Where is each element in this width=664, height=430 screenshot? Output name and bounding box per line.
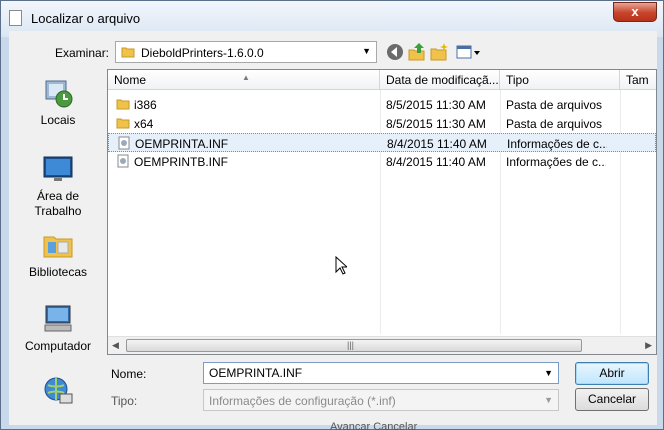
scroll-right-icon[interactable]: ▶ [645,340,652,351]
column-header-date[interactable]: Data de modificaçã... [380,70,500,90]
horizontal-scrollbar[interactable]: ◀ ||| ▶ [108,336,656,354]
views-menu-button[interactable] [455,42,481,62]
file-date: 8/4/2015 11:40 AM [387,137,487,151]
file-row-x64[interactable]: x64 8/5/2015 11:30 AM Pasta de arquivos [108,114,656,133]
network-icon [44,377,73,404]
file-list[interactable]: Nome ▲ Data de modificaçã... Tipo Tam i38… [107,69,657,355]
open-file-dialog: Localizar o arquivo x Examinar: DieboldP… [0,0,664,430]
list-header: Nome ▲ Data de modificaçã... Tipo Tam [108,70,656,90]
scrollbar-thumb[interactable]: ||| [126,339,582,352]
file-row-oemprinta[interactable]: OEMPRINTA.INF 8/4/2015 11:40 AM Informaç… [108,133,656,152]
place-label: Bibliotecas [28,265,88,279]
desktop-icon [43,156,73,181]
place-computer[interactable]: Computador [13,303,103,354]
new-folder-icon [430,43,448,61]
place-label: Computador [24,339,92,353]
folder-icon [116,97,130,114]
file-name: x64 [134,117,154,131]
place-desktop[interactable]: Área de Trabalho [13,153,103,219]
filename-label: Nome: [111,367,147,381]
up-folder-icon [408,43,425,61]
place-label: Área de Trabalho [34,189,82,218]
chevron-down-icon: ▼ [362,46,371,56]
dialog-icon [9,10,22,26]
chevron-down-icon[interactable]: ▼ [544,368,553,378]
place-recent[interactable]: Locais [13,77,103,128]
file-row-i386[interactable]: i386 8/5/2015 11:30 AM Pasta de arquivos [108,95,656,114]
file-row-oemprintb[interactable]: OEMPRINTB.INF 8/4/2015 11:40 AM Informaç… [108,152,656,171]
look-in-combo[interactable]: DieboldPrinters-1.6.0.0 ▼ [115,41,377,63]
file-name: OEMPRINTB.INF [134,155,229,169]
column-header-name[interactable]: Nome ▲ [108,70,380,90]
look-in-label: Examinar: [55,46,110,60]
file-name: i386 [134,98,157,112]
new-folder-button[interactable] [429,42,449,62]
file-type: Informações de c... [507,137,607,151]
file-date: 8/5/2015 11:30 AM [386,98,486,112]
file-name: OEMPRINTA.INF [135,137,229,151]
open-button[interactable]: Abrir [575,362,649,385]
recent-places-icon [45,80,73,108]
close-button[interactable]: x [613,2,657,22]
file-type: Pasta de arquivos [506,117,603,131]
filename-combo[interactable]: ▼ [203,362,559,384]
folder-icon [116,116,130,133]
file-date: 8/5/2015 11:30 AM [386,117,486,131]
file-type: Pasta de arquivos [506,98,603,112]
scroll-left-icon[interactable]: ◀ [112,340,119,351]
cancel-button[interactable]: Cancelar [575,388,649,411]
sort-up-icon: ▲ [242,73,250,82]
back-arrow-icon [387,44,403,60]
column-header-type[interactable]: Tipo [500,70,620,90]
places-bar: Locais Área de Trabalho Bibliotecas Compu… [13,69,103,425]
column-header-size[interactable]: Tam [620,70,656,90]
current-folder: DieboldPrinters-1.6.0.0 [141,46,264,60]
chevron-down-icon: ▼ [544,395,553,405]
place-libraries[interactable]: Bibliotecas [13,229,103,280]
filetype-label: Tipo: [111,394,138,408]
libraries-icon [43,236,73,258]
back-button[interactable] [385,42,405,62]
file-date: 8/4/2015 11:40 AM [386,155,486,169]
up-folder-button[interactable] [407,42,427,62]
filetype-value: Informações de configuração (*.inf) [209,394,396,408]
filename-input[interactable] [204,363,534,383]
mouse-cursor-icon [335,255,349,279]
file-type: Informações de c... [506,155,606,169]
views-icon [456,45,480,59]
background-window-buttons: Avançar Cancelar [330,421,418,430]
inf-file-icon [117,136,131,153]
dialog-title: Localizar o arquivo [31,11,141,26]
place-network[interactable] [13,375,103,407]
folder-icon [121,45,135,62]
computer-icon [44,305,72,332]
dialog-body: Examinar: DieboldPrinters-1.6.0.0 ▼ Loca… [9,31,657,425]
filetype-select: Informações de configuração (*.inf) ▼ [203,389,559,411]
inf-file-icon [116,154,130,171]
grip-icon: ||| [347,340,355,350]
place-label: Locais [40,113,76,127]
